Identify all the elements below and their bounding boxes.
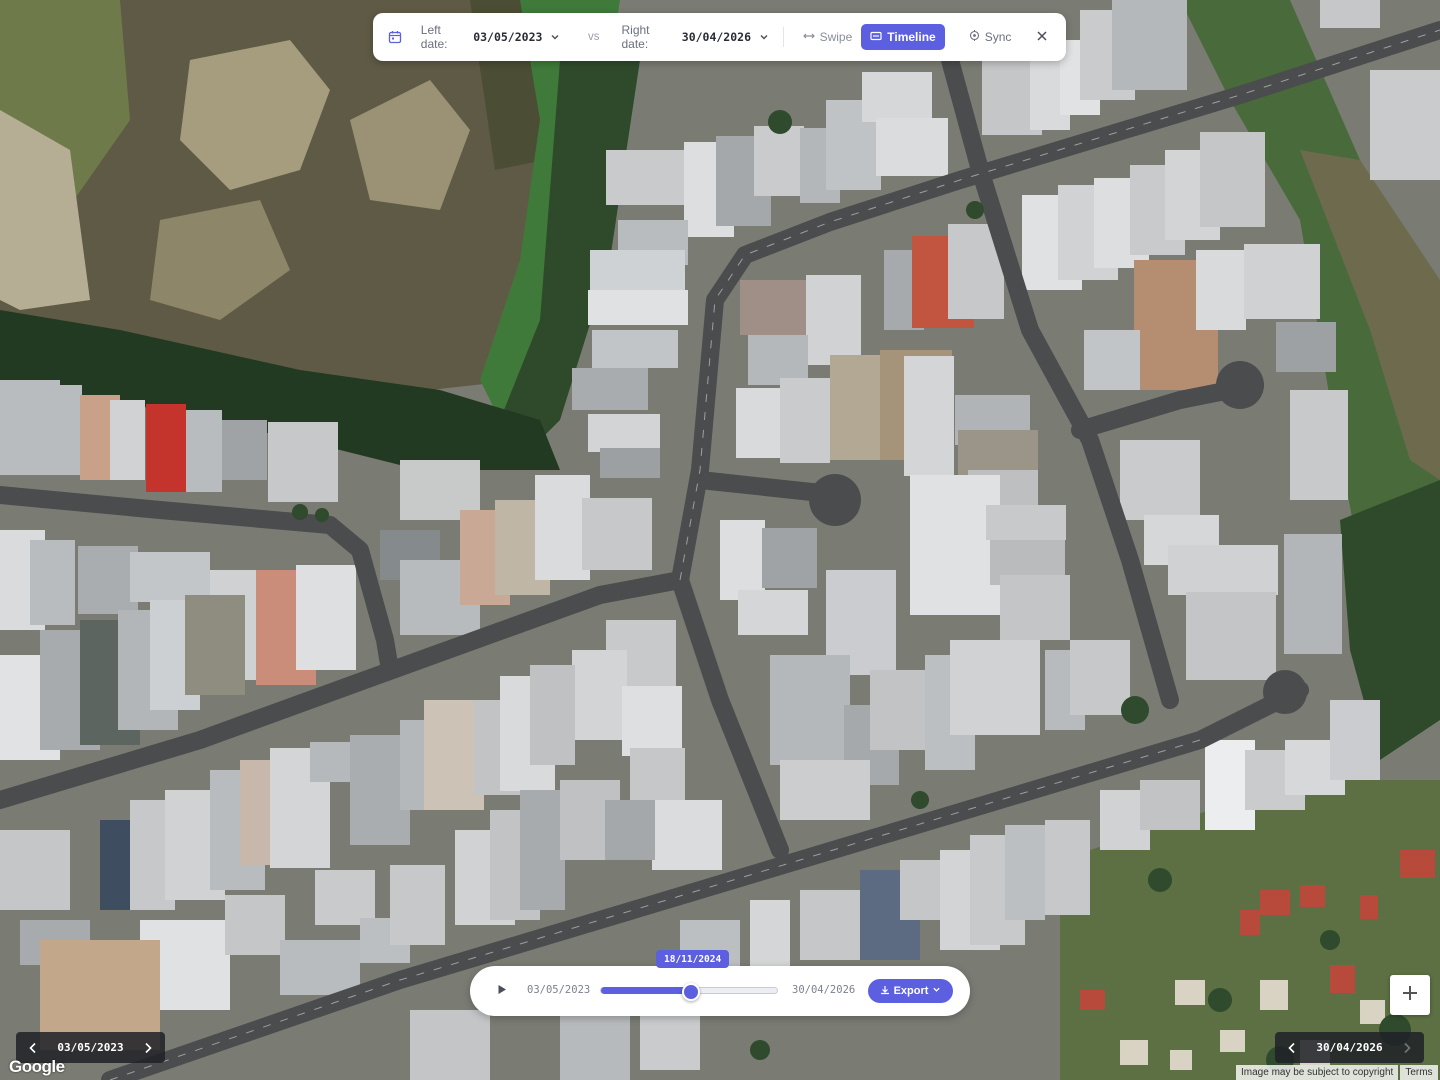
prev-left-date-button[interactable] bbox=[22, 1037, 44, 1059]
timeline-mode-label: Timeline bbox=[887, 30, 936, 44]
timeline-start-date: 03/05/2023 bbox=[527, 984, 591, 996]
toolbar-divider bbox=[782, 27, 784, 47]
play-button[interactable] bbox=[492, 981, 512, 1001]
copyright-notice: Image may be subject to copyright bbox=[1236, 1065, 1399, 1080]
prev-right-date-button[interactable] bbox=[1281, 1037, 1303, 1059]
export-button[interactable]: Export bbox=[868, 979, 953, 1003]
next-right-date-button[interactable] bbox=[1396, 1037, 1418, 1059]
zoom-in-button[interactable] bbox=[1390, 975, 1430, 1015]
swipe-mode-button[interactable]: Swipe bbox=[794, 24, 862, 50]
timeline-icon bbox=[870, 30, 882, 44]
timeline-track[interactable] bbox=[600, 983, 778, 1001]
calendar-icon bbox=[387, 29, 403, 45]
timeline-progress-fill bbox=[601, 987, 691, 994]
next-left-date-button[interactable] bbox=[137, 1037, 159, 1059]
map-attribution: Image may be subject to copyright Terms bbox=[1236, 1065, 1438, 1080]
right-date-select[interactable]: Right date: 30/04/2026 bbox=[621, 23, 770, 51]
chevron-down-icon bbox=[757, 30, 771, 44]
timeline-slider-thumb[interactable] bbox=[681, 983, 700, 1001]
swap-arrows-icon bbox=[802, 30, 815, 44]
export-label: Export bbox=[893, 985, 929, 997]
plus-icon bbox=[1401, 984, 1419, 1007]
download-icon bbox=[880, 985, 890, 998]
chevron-left-icon bbox=[1288, 1042, 1295, 1053]
play-icon bbox=[497, 982, 507, 1000]
left-date-label: Left date: bbox=[420, 23, 448, 51]
right-nav-date: 30/04/2026 bbox=[1316, 1041, 1383, 1054]
close-button[interactable] bbox=[1028, 23, 1056, 51]
google-logo: Google bbox=[9, 1057, 65, 1076]
chevron-right-icon bbox=[145, 1042, 152, 1053]
chevron-left-icon bbox=[29, 1042, 36, 1053]
right-date-value: 30/04/2026 bbox=[681, 30, 752, 44]
timeline-mode-button[interactable]: Timeline bbox=[861, 24, 945, 50]
chevron-right-icon bbox=[1404, 1042, 1411, 1053]
right-date-label: Right date: bbox=[621, 23, 650, 51]
left-date-value: 03/05/2023 bbox=[473, 30, 543, 44]
sync-label: Sync bbox=[984, 30, 1012, 44]
toolbar-divider bbox=[951, 27, 952, 47]
sync-button[interactable]: Sync bbox=[960, 24, 1021, 50]
timeline-bar: 18/11/2024 03/05/2023 30/04/2026 Export bbox=[470, 950, 970, 1016]
compare-toolbar: Left date: 03/05/2023 vs Right date: 30/… bbox=[373, 13, 1066, 61]
swipe-mode-label: Swipe bbox=[819, 30, 853, 44]
aerial-map[interactable] bbox=[0, 0, 1440, 1080]
chevron-down-icon bbox=[548, 30, 562, 44]
left-nav-date: 03/05/2023 bbox=[57, 1041, 124, 1054]
timeline-end-date: 30/04/2026 bbox=[792, 984, 856, 996]
left-date-select[interactable]: Left date: 03/05/2023 bbox=[421, 23, 562, 51]
close-icon bbox=[1036, 30, 1048, 45]
timeline-current-date-tooltip: 18/11/2024 bbox=[656, 950, 730, 968]
terms-link[interactable]: Terms bbox=[1400, 1065, 1438, 1080]
chevron-down-icon bbox=[932, 985, 941, 997]
right-date-navigator: 30/04/2026 bbox=[1275, 1032, 1424, 1063]
sync-target-icon bbox=[969, 30, 980, 44]
vs-label: vs bbox=[587, 31, 600, 43]
